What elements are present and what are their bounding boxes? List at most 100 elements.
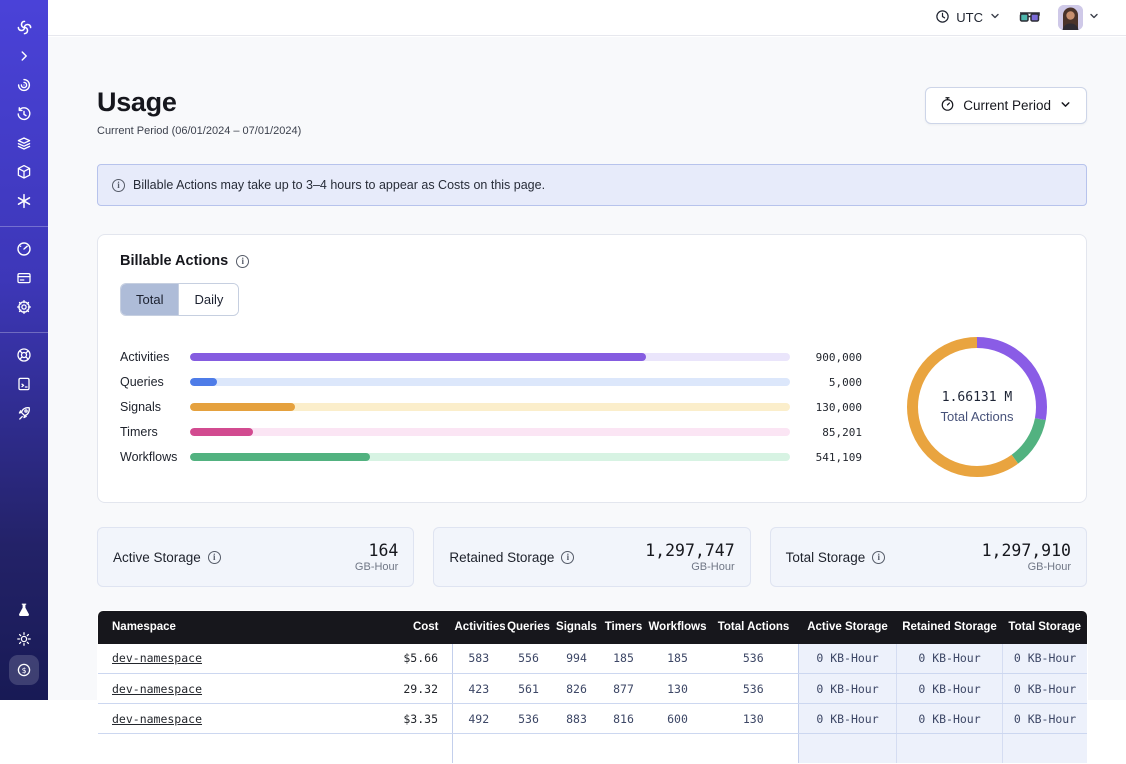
table-row: dev-namespace 29.32 423 561 826 877 130 … (98, 674, 1088, 704)
billing-card-icon[interactable] (10, 265, 38, 291)
sidebar: $ (0, 0, 48, 700)
namespace-link[interactable]: dev-namespace (112, 682, 202, 696)
cell-total-storage: 0 KB-Hour (1003, 704, 1088, 734)
active-storage-card: Active Storagei 164 GB-Hour (97, 527, 414, 587)
total-storage-unit: GB-Hour (982, 561, 1071, 573)
usage-gauge-icon[interactable] (10, 236, 38, 262)
svg-text:$: $ (22, 666, 27, 675)
bar-fill (190, 428, 253, 436)
pricing-coin-icon[interactable]: $ (9, 655, 39, 685)
getting-started-rocket-icon[interactable] (10, 400, 38, 426)
tab-total[interactable]: Total (121, 284, 178, 315)
layers-icon[interactable] (10, 130, 38, 156)
cell-active-storage: 0 KB-Hour (799, 644, 897, 674)
page-subtitle: Current Period (06/01/2024 – 07/01/2024) (97, 125, 301, 137)
bar-row-queries: Queries 5,000 (120, 370, 862, 395)
table-row: dev-namespace $3.35 492 536 883 816 600 … (98, 704, 1088, 734)
chevron-down-icon (1059, 98, 1072, 114)
avatar (1058, 5, 1083, 30)
table-row: dev-namespace $5.66 583 556 994 185 185 … (98, 644, 1088, 674)
info-icon[interactable]: i (561, 551, 574, 564)
retained-storage-label: Retained Storage (449, 550, 554, 565)
nexus-asterisk-icon[interactable] (10, 188, 38, 214)
cell-signals: 826 (553, 674, 601, 704)
deployments-cube-icon[interactable] (10, 159, 38, 185)
billable-actions-title: Billable Actions (120, 253, 228, 269)
cell-activities: 423 (453, 674, 505, 704)
stopwatch-icon (940, 96, 955, 115)
bar-label: Queries (120, 375, 184, 389)
info-icon[interactable]: i (236, 255, 249, 268)
retained-storage-value: 1,297,747 (645, 541, 734, 560)
current-period-dropdown[interactable]: Current Period (925, 87, 1087, 124)
bar-label: Timers (120, 425, 184, 439)
col-header-active-storage: Active Storage (799, 611, 897, 644)
table-header-row: Namespace Cost Activities Queries Signal… (98, 611, 1088, 644)
main-content: Usage Current Period (06/01/2024 – 07/01… (48, 37, 1126, 700)
chevron-down-icon (989, 10, 1001, 25)
bar-value: 541,109 (790, 451, 862, 464)
page-title: Usage (97, 87, 301, 118)
expand-chevron-icon[interactable] (10, 43, 38, 69)
bar-fill (190, 403, 295, 411)
cell-total-actions: 130 (709, 704, 799, 734)
billable-view-tabs: Total Daily (120, 283, 239, 316)
docs-terminal-icon[interactable] (10, 371, 38, 397)
col-header-retained-storage: Retained Storage (897, 611, 1003, 644)
cell-total-storage: 0 KB-Hour (1003, 674, 1088, 704)
timezone-selector[interactable]: UTC (935, 9, 1001, 27)
bar-fill (190, 353, 646, 361)
info-icon[interactable]: i (872, 551, 885, 564)
labs-flask-icon[interactable] (10, 597, 38, 623)
col-header-activities: Activities (453, 611, 505, 644)
history-icon[interactable] (10, 101, 38, 127)
cell-total-actions: 536 (709, 644, 799, 674)
cell-signals: 883 (553, 704, 601, 734)
tab-daily[interactable]: Daily (178, 284, 238, 315)
cell-queries: 561 (505, 674, 553, 704)
cell-active-storage: 0 KB-Hour (799, 704, 897, 734)
retained-storage-unit: GB-Hour (645, 561, 734, 573)
total-storage-card: Total Storage i 1,297,910 GB-Hour (770, 527, 1087, 587)
chevron-down-icon (1088, 9, 1100, 27)
bar-label: Signals (120, 400, 184, 414)
info-icon[interactable]: i (208, 551, 221, 564)
bar-value: 130,000 (790, 401, 862, 414)
total-storage-label: Total Storage (786, 550, 866, 565)
bar-label: Workflows (120, 450, 184, 464)
cell-workflows: 600 (647, 704, 709, 734)
bar-value: 5,000 (790, 376, 862, 389)
bar-track (190, 453, 790, 461)
cell-timers: 877 (601, 674, 647, 704)
banner-text: Billable Actions may take up to 3–4 hour… (133, 178, 545, 192)
temporal-logo-icon[interactable] (10, 14, 38, 40)
active-storage-label: Active Storage (113, 550, 201, 565)
bar-track (190, 353, 790, 361)
bar-value: 85,201 (790, 426, 862, 439)
bar-row-timers: Timers 85,201 (120, 420, 862, 445)
namespaces-icon[interactable] (10, 72, 38, 98)
bar-track (190, 378, 790, 386)
current-period-label: Current Period (963, 98, 1051, 113)
total-storage-value: 1,297,910 (982, 541, 1071, 560)
bar-row-workflows: Workflows 541,109 (120, 445, 862, 470)
billable-actions-card: Billable Actions i Total Daily Activitie… (97, 234, 1087, 503)
namespace-usage-table: Namespace Cost Activities Queries Signal… (97, 610, 1088, 764)
support-lifebuoy-icon[interactable] (10, 342, 38, 368)
namespace-link[interactable]: dev-namespace (112, 651, 202, 665)
settings-gear-icon[interactable] (10, 294, 38, 320)
namespace-link[interactable]: dev-namespace (112, 712, 202, 726)
timezone-label: UTC (956, 10, 983, 25)
bar-row-signals: Signals 130,000 (120, 395, 862, 420)
cell-workflows: 185 (647, 644, 709, 674)
glasses-icon[interactable] (1019, 11, 1040, 25)
cell-signals: 994 (553, 644, 601, 674)
cell-retained-storage: 0 KB-Hour (897, 704, 1003, 734)
cell-cost: $3.35 (353, 704, 453, 734)
theme-sun-icon[interactable] (10, 626, 38, 652)
cell-queries: 536 (505, 704, 553, 734)
user-menu[interactable] (1058, 5, 1100, 30)
col-header-queries: Queries (505, 611, 553, 644)
col-header-total-actions: Total Actions (709, 611, 799, 644)
col-header-total-storage: Total Storage (1003, 611, 1088, 644)
